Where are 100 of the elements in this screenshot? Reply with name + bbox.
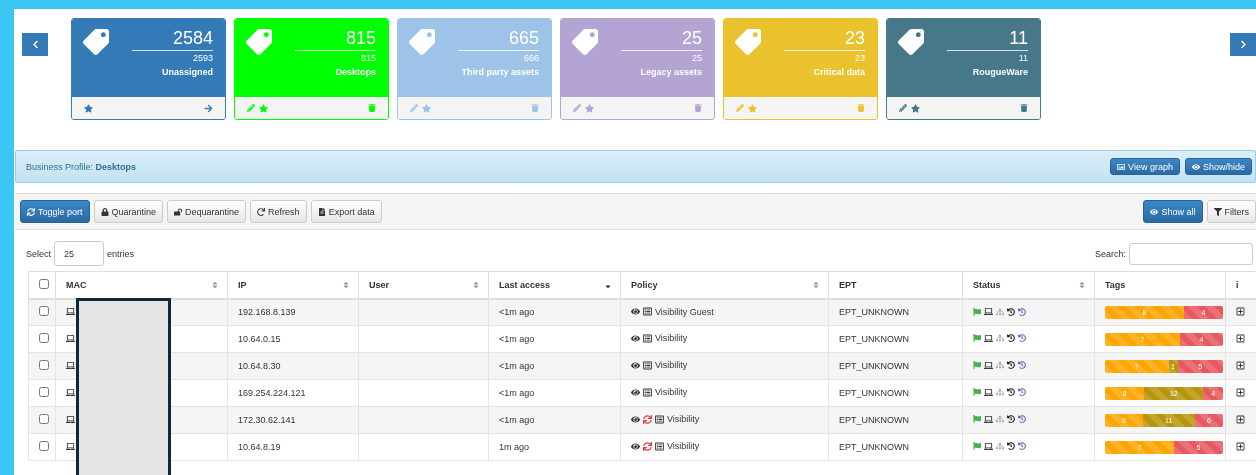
history-icon xyxy=(1007,415,1015,424)
row-checkbox[interactable] xyxy=(39,414,49,424)
laptop-icon xyxy=(66,441,75,451)
policy-label: Visibility xyxy=(667,414,700,425)
card-count: 23 xyxy=(784,28,865,51)
column-header[interactable]: User xyxy=(358,271,489,299)
laptop-icon xyxy=(66,387,75,397)
laptop-icon xyxy=(66,306,75,316)
flag-icon xyxy=(973,388,981,397)
star-icon[interactable] xyxy=(585,103,594,113)
sort-icon[interactable] xyxy=(1078,281,1086,289)
column-header[interactable]: EPT xyxy=(828,271,963,299)
card-label: RougueWare xyxy=(972,67,1028,77)
card-label: Legacy assets xyxy=(640,67,702,77)
trash-icon[interactable] xyxy=(1020,104,1028,112)
ip-cell: 10.64.8.19 xyxy=(227,433,359,461)
card-count: 665 xyxy=(458,28,539,51)
image-icon xyxy=(1117,162,1126,171)
list-icon xyxy=(643,333,652,343)
card-total: 23 xyxy=(855,53,865,63)
history-icon xyxy=(1007,307,1015,316)
history-icon xyxy=(1007,334,1015,343)
list-icon xyxy=(655,441,664,451)
list-icon xyxy=(655,414,664,424)
expand-icon[interactable] xyxy=(1236,441,1245,451)
pencil-icon[interactable] xyxy=(899,104,907,112)
expand-icon[interactable] xyxy=(1236,306,1245,316)
history-icon xyxy=(1018,361,1026,370)
laptop-icon xyxy=(66,333,75,343)
select-all-checkbox[interactable] xyxy=(39,278,49,289)
eye-icon xyxy=(631,387,640,397)
sort-icon[interactable] xyxy=(342,281,350,289)
sort-icon[interactable] xyxy=(812,281,820,289)
action-button[interactable]: Filters xyxy=(1206,200,1256,223)
sync-icon xyxy=(27,207,35,216)
trash-icon[interactable] xyxy=(694,104,702,112)
eye-icon xyxy=(1150,207,1159,216)
action-button[interactable]: Toggle port xyxy=(20,200,90,223)
profile-card[interactable]: 2584 2593 Unassigned xyxy=(71,18,226,120)
star-icon[interactable] xyxy=(911,103,920,113)
card-count: 11 xyxy=(947,28,1028,51)
ip-cell: 172.30.62.141 xyxy=(227,406,359,434)
tag-icon xyxy=(409,29,435,55)
profile-card[interactable]: 11 11 RougueWare xyxy=(886,18,1041,120)
laptop-icon xyxy=(984,387,993,397)
column-header[interactable]: Last access xyxy=(488,271,621,299)
previous-button[interactable] xyxy=(22,33,48,56)
row-checkbox[interactable] xyxy=(39,306,49,317)
flag-icon xyxy=(973,361,981,370)
action-button[interactable]: Quarantine xyxy=(93,200,164,223)
star-icon[interactable] xyxy=(84,103,93,113)
action-button[interactable]: Refresh xyxy=(250,200,307,223)
row-checkbox[interactable] xyxy=(39,387,49,397)
column-header[interactable]: i xyxy=(1225,271,1256,299)
action-button[interactable]: Show all xyxy=(1143,200,1203,223)
sort-icon[interactable] xyxy=(472,281,480,289)
star-icon[interactable] xyxy=(748,103,757,113)
action-button[interactable]: Show/hide xyxy=(1184,158,1252,175)
entries-select[interactable]: 25 xyxy=(54,241,104,266)
last-access-cell: <1m ago xyxy=(488,352,621,380)
tag-icon xyxy=(83,29,109,55)
star-icon[interactable] xyxy=(422,103,431,113)
sitemap-icon xyxy=(996,388,1004,397)
row-checkbox[interactable] xyxy=(39,333,49,343)
column-header[interactable]: Tags xyxy=(1094,271,1226,299)
pencil-icon[interactable] xyxy=(573,104,581,112)
history-icon xyxy=(1018,388,1026,397)
action-button[interactable]: View graph xyxy=(1110,158,1180,175)
flag-icon xyxy=(973,307,981,316)
laptop-icon xyxy=(66,360,75,370)
action-button[interactable]: Export data xyxy=(310,200,382,223)
column-header[interactable]: Policy xyxy=(620,271,829,299)
action-button[interactable]: Dequarantine xyxy=(167,200,247,223)
length-label: entries xyxy=(107,248,135,259)
list-icon xyxy=(643,307,652,316)
eye-icon xyxy=(1191,162,1200,171)
row-checkbox[interactable] xyxy=(39,441,49,451)
column-header[interactable]: Status xyxy=(962,271,1095,299)
expand-icon[interactable] xyxy=(1236,414,1245,424)
laptop-icon xyxy=(984,360,993,370)
row-checkbox[interactable] xyxy=(39,360,49,370)
card-total: 25 xyxy=(692,53,702,63)
ept-cell: EPT_UNKNOWN xyxy=(828,325,963,353)
history-icon xyxy=(1018,307,1026,316)
refresh-icon xyxy=(257,207,266,216)
sitemap-icon xyxy=(996,442,1004,451)
expand-icon[interactable] xyxy=(1236,360,1245,370)
search-field[interactable] xyxy=(1129,242,1253,265)
column-header[interactable]: IP xyxy=(227,271,359,299)
ip-cell: 10.64.0.15 xyxy=(227,325,359,353)
tag-icon xyxy=(898,29,924,55)
sitemap-icon xyxy=(996,334,1004,343)
next-button[interactable] xyxy=(1230,33,1256,56)
laptop-icon xyxy=(66,414,75,424)
star-icon[interactable] xyxy=(259,103,268,113)
arrow-right-icon[interactable] xyxy=(204,103,213,113)
expand-icon[interactable] xyxy=(1236,387,1245,397)
sort-icon[interactable] xyxy=(211,281,219,289)
history-icon xyxy=(1018,415,1026,424)
expand-icon[interactable] xyxy=(1236,333,1245,343)
